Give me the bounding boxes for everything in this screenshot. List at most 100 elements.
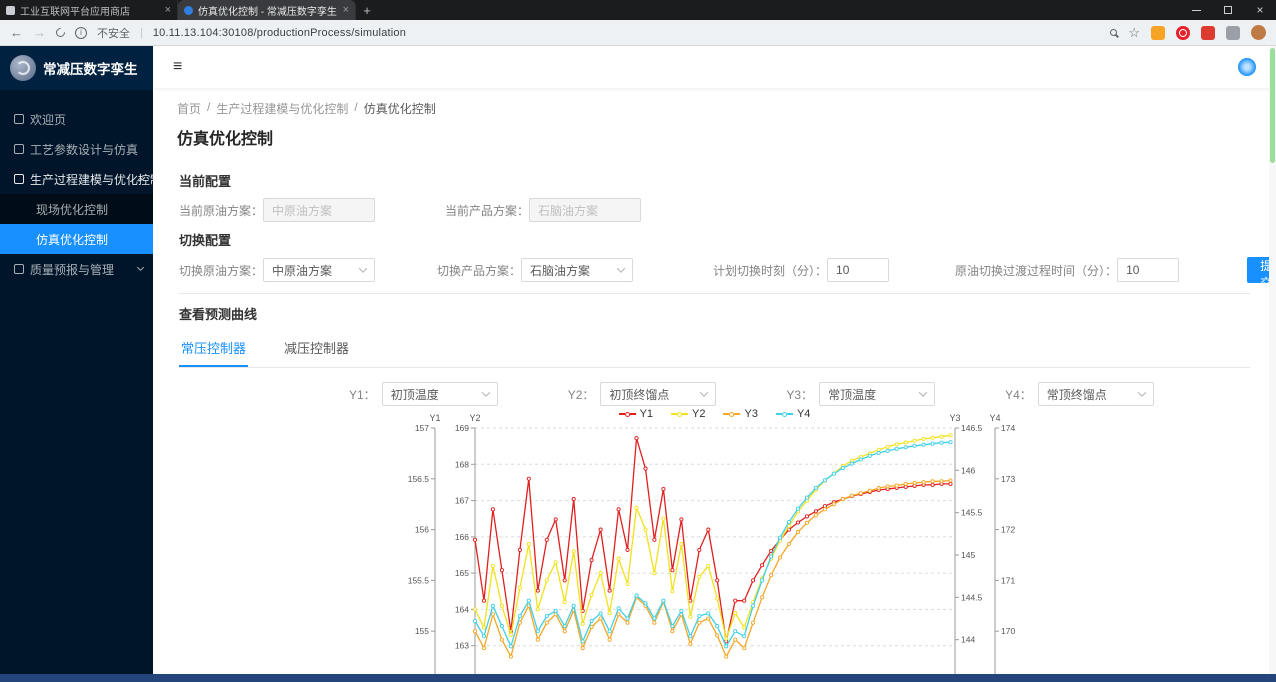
y1-select[interactable]: 初顶温度 [382,382,498,406]
chevron-down-icon [359,264,367,272]
bookmark-star-icon[interactable]: ☆ [1128,26,1140,39]
svg-text:171: 171 [1001,575,1015,585]
legend-marker-icon [776,412,793,417]
switch-oil-select[interactable]: 中原油方案 [263,258,375,282]
switch-product-field: 切换产品方案： 石脑油方案 [437,258,633,282]
welcome-icon [14,114,24,124]
sidebar-item-label: 质量预报与管理 [30,261,114,278]
production-modeling-icon [14,174,24,184]
y-selector-row: Y1： 初顶温度 Y2： 初顶终馏点 Y3： [179,382,1250,406]
legend-marker-icon [671,412,688,417]
browser-tab-appstore[interactable]: 工业互联网平台应用商店 × [0,0,178,20]
browser-tab-simulation[interactable]: 仿真优化控制 - 常减压数字孪生 × [178,0,356,20]
sidebar-item-label: 现场优化控制 [36,201,108,218]
screen: 工业互联网平台应用商店 × 仿真优化控制 - 常减压数字孪生 × + × ← →… [0,0,1276,682]
extension-grid-icon[interactable] [1151,26,1165,40]
legend-marker-icon [619,412,636,417]
breadcrumb-modeling[interactable]: 生产过程建模与优化控制 [216,100,348,117]
logo-text: 常减压数字孪生 [43,58,138,78]
current-product-label: 当前产品方案： [445,202,529,219]
breadcrumb-home[interactable]: 首页 [177,100,201,117]
sidebar-item-production-modeling[interactable]: 生产过程建模与优化控制 [0,164,153,194]
new-tab-button[interactable]: + [356,0,378,20]
y4-select-value: 常顶终馏点 [1047,386,1107,403]
tab-close-icon[interactable]: × [165,4,171,16]
svg-text:146: 146 [961,465,975,475]
transition-time-input[interactable]: 10 [1117,258,1179,282]
tab-close-icon[interactable]: × [343,4,349,16]
navbar-right: ☆ [1110,25,1266,40]
y1-select-value: 初顶温度 [391,386,439,403]
y4-select[interactable]: 常顶终馏点 [1038,382,1154,406]
switch-time-input[interactable]: 10 [827,258,889,282]
svg-text:155.5: 155.5 [407,575,429,585]
page-info-icon[interactable]: i [75,27,87,39]
extensions-puzzle-icon[interactable] [1226,26,1240,40]
svg-text:146.5: 146.5 [961,423,983,433]
extension-red-square-icon[interactable] [1201,26,1215,40]
address-bar[interactable]: 10.11.13.104:30108/productionProcess/sim… [153,27,406,39]
chart-canvas: Y1154.5155155.5156156.5157Y2162163164165… [385,410,1045,674]
y2-select[interactable]: 初顶终馏点 [600,382,716,406]
extension-red-circle-icon[interactable] [1176,26,1190,40]
scrollbar-track[interactable] [1269,46,1276,674]
breadcrumb: 首页 / 生产过程建模与优化控制 / 仿真优化控制 [177,100,1252,117]
forward-button[interactable]: → [33,25,46,40]
breadcrumb-separator: / [354,100,357,117]
prediction-chart: Y1Y2Y3Y4 Y1154.5155155.5156156.5157Y2162… [385,410,1045,674]
y3-select[interactable]: 常顶温度 [819,382,935,406]
svg-text:170: 170 [1001,626,1015,636]
legend-item-y1[interactable]: Y1 [619,408,653,420]
switch-product-select[interactable]: 石脑油方案 [521,258,633,282]
browser-titlebar: 工业互联网平台应用商店 × 仿真优化控制 - 常减压数字孪生 × + × [0,0,1276,20]
sidebar-item-onsite-control[interactable]: 现场优化控制 [0,194,153,224]
svg-text:173: 173 [1001,474,1015,484]
minimize-button[interactable] [1180,0,1212,20]
close-button[interactable]: × [1244,0,1276,20]
svg-text:155: 155 [414,626,428,636]
legend-item-y3[interactable]: Y3 [724,408,758,420]
app-window: 常减压数字孪生 欢迎页 工艺参数设计与仿真 生产过程建模与优化控制 [0,46,1276,674]
svg-text:Y2: Y2 [469,413,480,423]
current-oil-label: 当前原油方案： [179,202,263,219]
page-title: 仿真优化控制 [177,125,1252,149]
page-header: 首页 / 生产过程建模与优化控制 / 仿真优化控制 仿真优化控制 [153,88,1276,159]
tab-title: 工业互联网平台应用商店 [20,3,160,18]
tab-favicon-icon [184,6,193,15]
legend-item-y2[interactable]: Y2 [671,408,705,420]
current-oil-field: 当前原油方案： 中原油方案 [179,198,375,222]
refresh-button[interactable] [54,26,67,39]
switch-oil-select-value: 中原油方案 [272,262,332,279]
breadcrumb-separator: / [207,100,210,117]
sidebar-item-simulation-control[interactable]: 仿真优化控制 [0,224,153,254]
security-label[interactable]: 不安全 [97,25,130,41]
svg-text:157: 157 [414,423,428,433]
app-logo[interactable]: 常减压数字孪生 [0,46,153,90]
current-product-input: 石脑油方案 [529,198,641,222]
current-oil-input: 中原油方案 [263,198,375,222]
back-button[interactable]: ← [10,25,23,40]
sidebar-item-process-design[interactable]: 工艺参数设计与仿真 [0,134,153,164]
switch-product-label: 切换产品方案： [437,262,521,279]
switch-oil-field: 切换原油方案： 中原油方案 [179,258,375,282]
menu-fold-icon[interactable]: ≡ [173,58,182,76]
maximize-button[interactable] [1212,0,1244,20]
window-controls: × [1180,0,1276,20]
search-icon[interactable] [1110,29,1117,36]
switch-time-label: 计划切换时刻（分）： [713,262,827,279]
chevron-down-icon [700,388,708,396]
chevron-down-icon [919,388,927,396]
browser-profile-avatar[interactable] [1251,25,1266,40]
scrollbar-thumb[interactable] [1270,48,1275,163]
sidebar-item-welcome[interactable]: 欢迎页 [0,104,153,134]
content-card: 当前配置 当前原油方案： 中原油方案 当前产品方案： 石脑油方案 切换配置 切换… [153,159,1276,674]
legend-item-y4[interactable]: Y4 [776,408,810,420]
taskbar-strip [0,674,1276,682]
sidebar-submenu: 现场优化控制 仿真优化控制 [0,194,153,254]
sidebar-item-quality[interactable]: 质量预报与管理 [0,254,153,284]
tab-vacuum-controller[interactable]: 减压控制器 [282,331,351,367]
transition-time-label: 原油切换过渡过程时间（分）： [955,262,1117,279]
svg-text:168: 168 [454,459,468,469]
user-avatar[interactable] [1238,58,1256,76]
tab-atmospheric-controller[interactable]: 常压控制器 [179,331,248,367]
